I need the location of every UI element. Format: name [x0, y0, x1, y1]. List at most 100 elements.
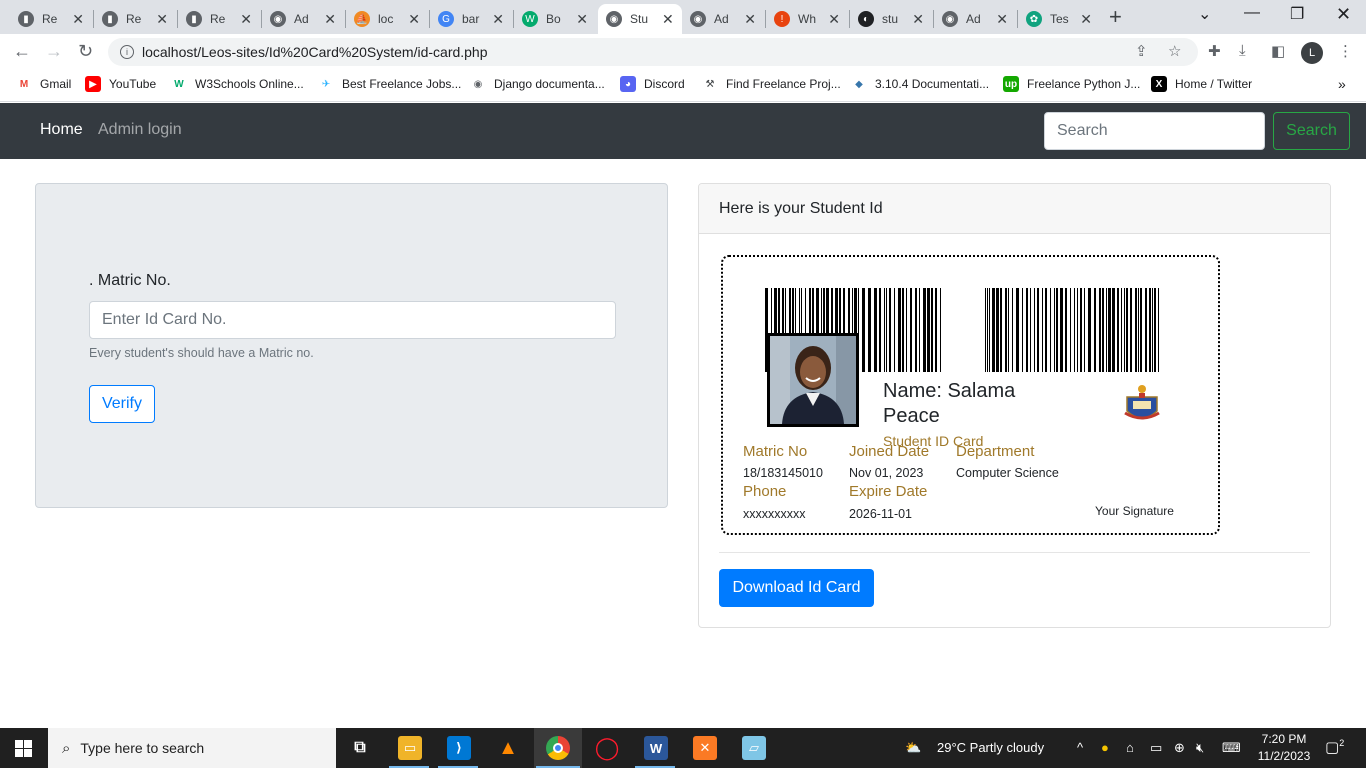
tab-close-icon[interactable]: ✕	[996, 11, 1008, 28]
browser-tab[interactable]: ◉ Ad ✕	[262, 4, 344, 34]
weather-text[interactable]: 29°C Partly cloudy	[937, 740, 1044, 755]
reload-button[interactable]: ↻	[78, 41, 93, 62]
tab-close-icon[interactable]: ✕	[744, 11, 756, 28]
handshake-icon: ⚒	[705, 78, 715, 90]
bookmark-item[interactable]: ▶ YouTube	[85, 76, 156, 92]
browser-tab[interactable]: ⛵ loc ✕	[346, 4, 428, 34]
phone-value: xxxxxxxxxx	[743, 507, 806, 521]
tray-camera-icon[interactable]: ⌂	[1126, 740, 1134, 755]
xampp-icon[interactable]: ✕	[693, 736, 717, 760]
task-view-icon[interactable]: ⧉	[348, 736, 372, 760]
volume-muted-icon[interactable]: 🔇︎	[1196, 740, 1204, 756]
expire-date-value: 2026-11-01	[849, 507, 913, 521]
bookmark-item[interactable]: ⚒ Find Freelance Proj...	[702, 76, 841, 92]
tab-close-icon[interactable]: ✕	[1080, 11, 1092, 28]
close-window-button[interactable]: ✕	[1336, 4, 1351, 25]
clock-date: 11/2/2023	[1257, 749, 1311, 763]
keyboard-icon[interactable]: ⌨	[1222, 740, 1241, 756]
site-info-icon[interactable]: i	[120, 45, 134, 59]
word-icon[interactable]: W	[644, 736, 668, 760]
profile-avatar[interactable]: L	[1301, 42, 1323, 64]
tab-close-icon[interactable]: ✕	[828, 11, 840, 28]
id-card-number-input[interactable]: Enter Id Card No.	[89, 301, 616, 339]
bookmark-star-icon[interactable]: ☆	[1168, 42, 1181, 60]
battery-icon[interactable]: ▭	[1150, 740, 1162, 756]
tab-search-chevron-icon[interactable]: ⌄	[1198, 4, 1211, 24]
file-explorer-icon[interactable]: ▭	[398, 736, 422, 760]
tab-title: Bo	[546, 12, 561, 26]
nav-home-link[interactable]: Home	[40, 121, 83, 139]
tab-close-icon[interactable]: ✕	[492, 11, 504, 28]
bookmark-item[interactable]: W W3Schools Online...	[171, 76, 303, 92]
bookmark-item[interactable]: up Freelance Python J...	[1003, 76, 1140, 92]
bookmark-label: Gmail	[40, 77, 72, 91]
more-bookmarks-icon[interactable]: »	[1338, 76, 1346, 92]
network-globe-icon[interactable]: ⊕	[1174, 740, 1185, 756]
verify-button[interactable]: Verify	[89, 385, 155, 423]
browser-tab[interactable]: ✿ Tes ✕	[1018, 4, 1100, 34]
bookmark-item[interactable]: ◕ Discord	[620, 76, 685, 92]
minimize-button[interactable]: —	[1244, 4, 1260, 22]
forward-button[interactable]: →	[45, 41, 63, 62]
chrome-icon[interactable]	[546, 736, 570, 760]
signature-label: Your Signature	[1095, 504, 1174, 518]
restore-button[interactable]: ❐	[1290, 4, 1304, 24]
browser-tab-strip: ▮ Re ✕ ▮ Re ✕ ▮ Re ✕ ◉ Ad ✕ ⛵ loc ✕ Gbar ✕ W Bo ✕ ◉ Stu ✕ ◉ Ad ✕!…	[0, 0, 1366, 34]
windows-start-icon[interactable]	[15, 740, 32, 757]
bookmark-item[interactable]: ◆ 3.10.4 Documentati...	[851, 76, 989, 92]
vlc-icon[interactable]: ▲	[496, 736, 520, 760]
nav-admin-login-link[interactable]: Admin login	[98, 121, 182, 139]
side-panel-icon[interactable]: ◧	[1271, 42, 1285, 60]
download-id-card-button[interactable]: Download Id Card	[719, 569, 874, 607]
tab-close-icon[interactable]: ✕	[662, 11, 674, 28]
system-clock[interactable]: 7:20 PM 11/2/2023	[1246, 731, 1322, 765]
share-icon[interactable]: ⇪	[1135, 42, 1148, 60]
student-id-card: Name: Salama Peace Student ID Card Matri…	[721, 255, 1220, 535]
bookmark-item[interactable]: ✈ Best Freelance Jobs...	[318, 76, 462, 92]
bookmark-item[interactable]: X Home / Twitter	[1151, 76, 1252, 92]
navbar-search-button[interactable]: Search	[1273, 112, 1350, 150]
notification-center-icon[interactable]: ▢2	[1325, 738, 1344, 756]
new-tab-button[interactable]: +	[1109, 4, 1122, 30]
navbar-search-input[interactable]: Search	[1044, 112, 1265, 150]
taskbar-search-box[interactable]: ⌕ Type here to search	[48, 728, 336, 768]
opera-icon[interactable]: ◯	[595, 735, 620, 760]
page-icon: ▮	[18, 11, 34, 27]
browser-tab[interactable]: W Bo ✕	[514, 4, 596, 34]
department-value: Computer Science	[956, 466, 1059, 480]
tray-app-icon[interactable]: ●	[1101, 740, 1109, 755]
tab-close-icon[interactable]: ✕	[72, 11, 84, 28]
tray-expand-icon[interactable]: ^	[1077, 740, 1083, 755]
tab-close-icon[interactable]: ✕	[408, 11, 420, 28]
browser-tab[interactable]: ▮ Re ✕	[178, 4, 260, 34]
bookmark-item[interactable]: ◉ Django documenta...	[470, 76, 605, 92]
download-icon[interactable]: ⤓	[1239, 42, 1246, 59]
browser-tab[interactable]: ◉ Stu ✕	[598, 4, 682, 34]
tab-close-icon[interactable]: ✕	[156, 11, 168, 28]
tab-close-icon[interactable]: ✕	[576, 11, 588, 28]
notepad-icon[interactable]: ▱	[742, 736, 766, 760]
vscode-icon[interactable]: ⟩	[447, 736, 471, 760]
browser-tab[interactable]: ◐ stu ✕	[850, 4, 932, 34]
back-button[interactable]: ←	[13, 41, 31, 62]
weather-icon[interactable]: ⛅	[905, 740, 921, 756]
site-navbar: Home Admin login Search Search	[0, 103, 1366, 159]
browser-tab[interactable]: ! Wh ✕	[766, 4, 848, 34]
tab-close-icon[interactable]: ✕	[324, 11, 336, 28]
url-omnibox[interactable]: i localhost/Leos-sites/Id%20Card%20Syste…	[108, 38, 1198, 66]
browser-tab[interactable]: ◉ Ad ✕	[682, 4, 764, 34]
bookmark-label: Discord	[644, 77, 685, 91]
browser-tab[interactable]: ▮ Re ✕	[10, 4, 92, 34]
phpmyadmin-icon: ⛵	[354, 11, 370, 27]
browser-tab[interactable]: Gbar ✕	[430, 4, 512, 34]
bookmark-label: 3.10.4 Documentati...	[875, 77, 990, 91]
globe-icon: ◉	[473, 78, 483, 90]
chrome-menu-icon[interactable]: ⋮	[1338, 42, 1353, 60]
browser-tab[interactable]: ▮ Re ✕	[94, 4, 176, 34]
bookmark-label: Django documenta...	[494, 77, 605, 91]
tab-close-icon[interactable]: ✕	[912, 11, 924, 28]
browser-tab[interactable]: ◉ Ad ✕	[934, 4, 1016, 34]
tab-close-icon[interactable]: ✕	[240, 11, 252, 28]
bookmark-item[interactable]: M Gmail	[16, 76, 72, 92]
extensions-icon[interactable]: ✚	[1208, 42, 1221, 60]
